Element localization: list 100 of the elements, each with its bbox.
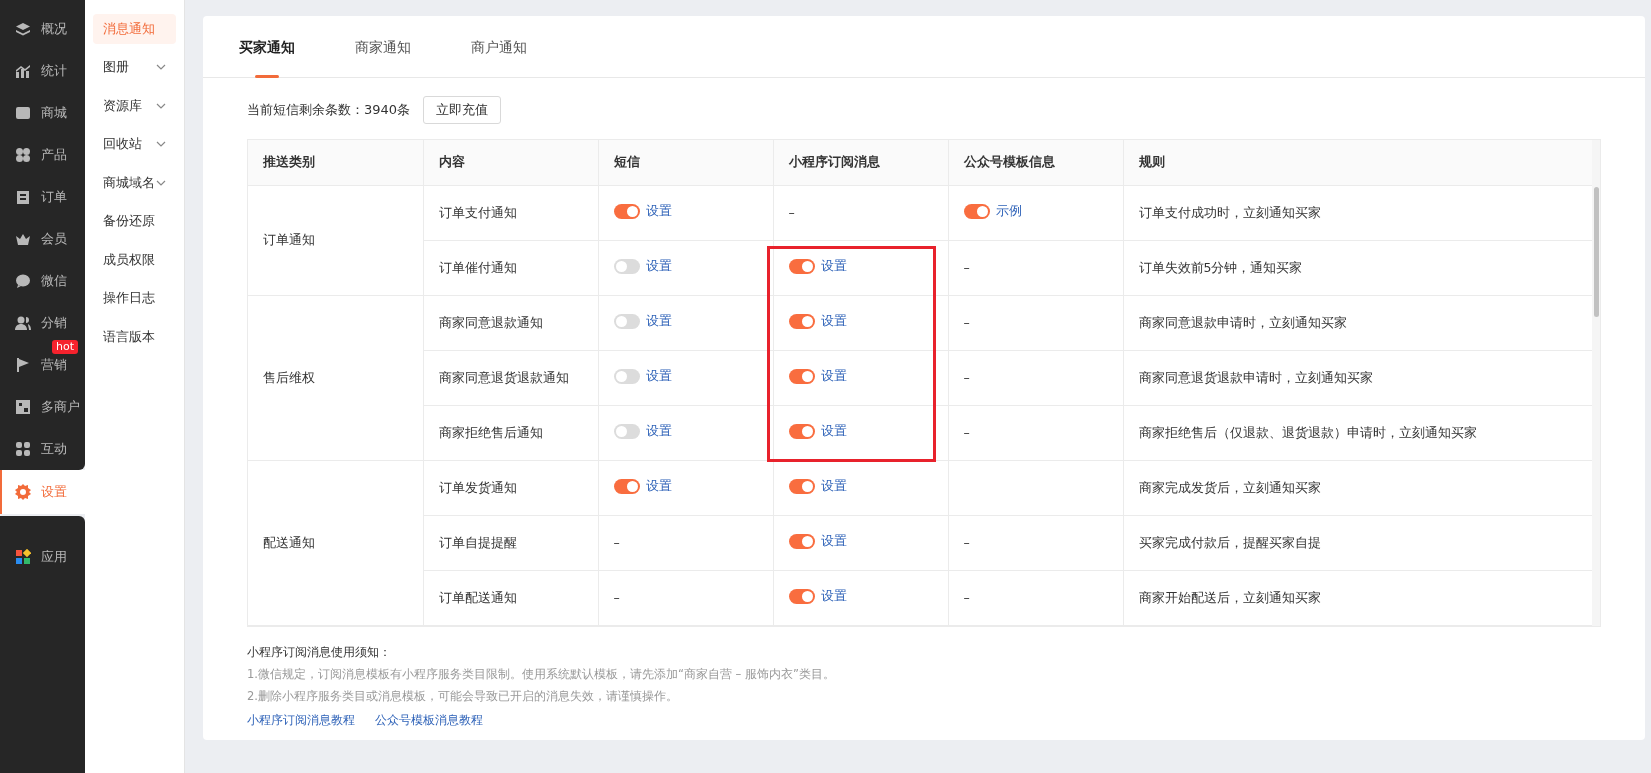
toggle-switch[interactable] bbox=[788, 313, 815, 329]
chevron-down-icon bbox=[156, 179, 166, 187]
dash-text: – bbox=[963, 589, 970, 605]
toggle-switch[interactable] bbox=[613, 313, 640, 329]
rule-text: 商家同意退款申请时，立刻通知买家 bbox=[1138, 314, 1347, 330]
submenu-item[interactable]: 资源库 bbox=[93, 91, 176, 121]
nav-item[interactable]: 概况 bbox=[0, 8, 85, 50]
settings-link[interactable]: 设置 bbox=[820, 476, 847, 496]
tutorial-link[interactable]: 小程序订阅消息教程 bbox=[247, 710, 355, 729]
settings-link[interactable]: 设置 bbox=[645, 311, 672, 331]
chevron-down-icon bbox=[156, 141, 166, 148]
note-text: 2.删除小程序服务类目或消息模板，可能会导致已开启的消息失效，请谨慎操作。 bbox=[247, 688, 679, 706]
note-text: 1.微信规定，订阅消息模板有小程序服务类目限制。使用系统默认模板，请先添加“商家自营 – 服饰内衣”类目。 bbox=[247, 666, 836, 683]
content-text: 订单自提提醒 bbox=[438, 534, 517, 550]
column-header: 内容 bbox=[423, 139, 598, 186]
toggle-switch[interactable] bbox=[788, 368, 815, 384]
content-text: 商家拒绝售后通知 bbox=[438, 424, 543, 440]
tab[interactable]: 商户通知 bbox=[471, 16, 527, 78]
toggle-switch[interactable] bbox=[788, 478, 815, 494]
content-text: 订单支付通知 bbox=[438, 204, 517, 220]
nav-item[interactable]: 应用 bbox=[0, 536, 85, 578]
rule-text: 商家开始配送后，立刻通知买家 bbox=[1138, 589, 1321, 605]
toggle-switch[interactable] bbox=[963, 203, 990, 219]
tab[interactable]: 商家通知 bbox=[355, 16, 411, 78]
settings-link[interactable]: 示例 bbox=[995, 201, 1022, 221]
settings-link[interactable]: 设置 bbox=[820, 531, 847, 551]
toggle-switch[interactable] bbox=[613, 258, 640, 274]
submenu-item[interactable]: 回收站 bbox=[93, 129, 176, 160]
toggle-switch[interactable] bbox=[613, 423, 640, 439]
toggle-switch[interactable] bbox=[788, 423, 815, 439]
layers-icon bbox=[15, 21, 31, 37]
nav-item[interactable]: 订单 bbox=[0, 176, 85, 218]
scrollbar[interactable] bbox=[1592, 139, 1600, 626]
nav-item[interactable]: 会员 bbox=[0, 218, 85, 260]
submenu-item[interactable]: 操作日志 bbox=[93, 283, 176, 314]
settings-link[interactable]: 设置 bbox=[820, 311, 847, 331]
category-text: 订单通知 bbox=[263, 232, 315, 248]
dash-text: – bbox=[963, 534, 970, 550]
nav-item[interactable]: 产品 bbox=[0, 134, 85, 176]
category-text: 配送通知 bbox=[263, 534, 315, 550]
settings-link[interactable]: 设置 bbox=[820, 421, 847, 441]
rule-text: 订单失效前5分钟，通知买家 bbox=[1138, 259, 1303, 275]
dash-text: – bbox=[963, 424, 970, 440]
recharge-button[interactable]: 立即充值 bbox=[423, 96, 502, 124]
nav-item[interactable]: 微信 bbox=[0, 260, 85, 302]
toggle-switch[interactable] bbox=[788, 258, 815, 274]
notes-title: 小程序订阅消息使用须知： bbox=[247, 644, 392, 661]
toggle-switch[interactable] bbox=[613, 478, 640, 494]
toggle-switch[interactable] bbox=[788, 588, 815, 604]
settings-link[interactable]: 设置 bbox=[645, 421, 672, 441]
rule-text: 商家完成发货后，立刻通知买家 bbox=[1138, 479, 1321, 495]
submenu-item[interactable]: 备份还原 bbox=[93, 206, 176, 237]
flag-icon bbox=[15, 357, 31, 373]
settings-link[interactable]: 设置 bbox=[820, 586, 847, 606]
rule-text: 商家同意退货退款申请时，立刻通知买家 bbox=[1138, 369, 1373, 385]
toggle-switch[interactable] bbox=[613, 368, 640, 384]
clipboard-icon bbox=[15, 189, 31, 205]
category-text: 售后维权 bbox=[263, 369, 315, 385]
tutorial-link[interactable]: 公众号模板消息教程 bbox=[375, 710, 483, 729]
submenu-item[interactable]: 成员权限 bbox=[93, 245, 176, 275]
dash-text: – bbox=[788, 204, 795, 220]
settings-link[interactable]: 设置 bbox=[645, 256, 672, 276]
people-icon bbox=[15, 441, 31, 457]
column-header: 短信 bbox=[598, 139, 773, 186]
content-text: 商家同意退货退款通知 bbox=[438, 369, 569, 385]
chart-icon bbox=[15, 63, 31, 79]
chevron-down-icon bbox=[156, 102, 166, 110]
content-text: 商家同意退款通知 bbox=[438, 314, 543, 330]
toggle-switch[interactable] bbox=[788, 533, 815, 549]
dash-text: – bbox=[613, 589, 620, 605]
settings-link[interactable]: 设置 bbox=[645, 201, 672, 221]
settings-link[interactable]: 设置 bbox=[645, 366, 672, 386]
apps-icon bbox=[15, 549, 31, 565]
dash-text: – bbox=[613, 534, 620, 550]
rule-text: 商家拒绝售后（仅退款、退货退款）申请时，立刻通知买家 bbox=[1138, 424, 1477, 440]
rule-text: 订单支付成功时，立刻通知买家 bbox=[1138, 204, 1321, 220]
column-header: 小程序订阅消息 bbox=[773, 139, 948, 186]
rule-text: 买家完成付款后，提醒买家自提 bbox=[1138, 534, 1321, 550]
tab[interactable]: 买家通知 bbox=[239, 16, 295, 78]
nav-item[interactable]: 多商户 bbox=[0, 386, 85, 428]
column-header: 规则 bbox=[1123, 139, 1592, 186]
settings-link[interactable]: 设置 bbox=[820, 366, 847, 386]
bag-icon bbox=[15, 105, 31, 121]
content-text: 订单发货通知 bbox=[438, 479, 517, 495]
users-icon bbox=[15, 315, 31, 331]
chevron-down-icon bbox=[156, 64, 166, 71]
dash-text: – bbox=[963, 259, 970, 275]
store-icon bbox=[15, 399, 31, 415]
settings-link[interactable]: 设置 bbox=[645, 476, 672, 496]
toggle-switch[interactable] bbox=[613, 203, 640, 219]
submenu-item[interactable]: 语言版本 bbox=[93, 322, 176, 352]
content-text: 订单催付通知 bbox=[438, 259, 517, 275]
settings-link[interactable]: 设置 bbox=[820, 256, 847, 276]
submenu-item[interactable]: 商城域名 bbox=[93, 168, 176, 198]
nav-item[interactable]: 统计 bbox=[0, 50, 85, 92]
grid-icon bbox=[15, 147, 31, 163]
nav-item[interactable]: 商城 bbox=[0, 92, 85, 134]
nav-item[interactable]: 互动 bbox=[0, 428, 85, 470]
dash-text: – bbox=[963, 314, 970, 330]
submenu-item[interactable]: 图册 bbox=[93, 52, 176, 83]
